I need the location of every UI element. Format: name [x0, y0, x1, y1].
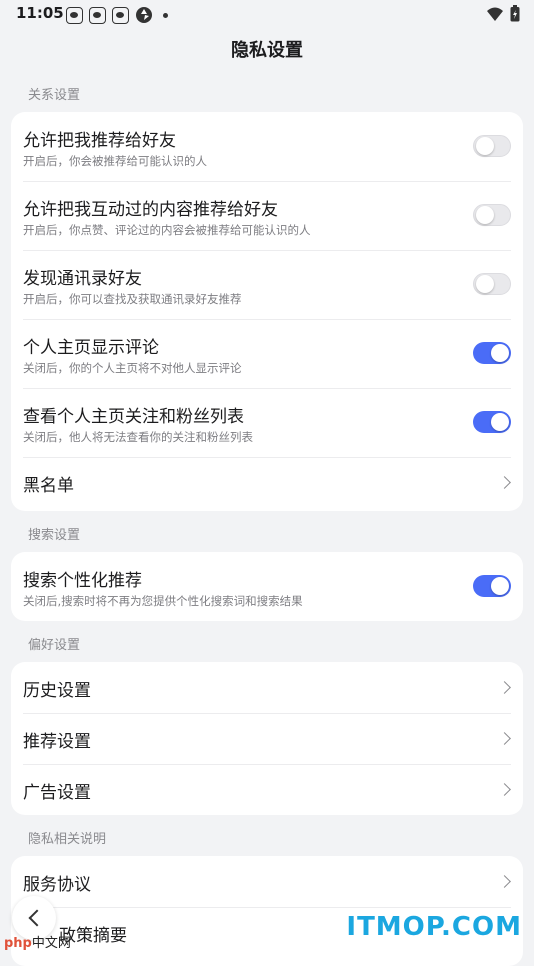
- setting-desc: 关闭后，你的个人主页将不对他人显示评论: [23, 361, 242, 375]
- recommend-settings-row[interactable]: 推荐设置: [11, 713, 523, 764]
- watermark-right: ITMOP.COM: [346, 912, 522, 942]
- setting-desc: 关闭后，他人将无法查看你的关注和粉丝列表: [23, 430, 253, 444]
- toggle-knob: [476, 206, 494, 224]
- chevron-right-icon: [498, 476, 511, 489]
- setting-row-recommend-interactions[interactable]: 允许把我互动过的内容推荐给好友 开启后，你点赞、评论过的内容会被推荐给可能认识的…: [11, 181, 523, 250]
- toggle-knob: [476, 137, 494, 155]
- setting-desc: 开启后，你可以查找及获取通讯录好友推荐: [23, 292, 242, 306]
- setting-title: 服务协议: [23, 875, 91, 895]
- chevron-left-icon: [28, 909, 46, 927]
- status-system-icons: [486, 5, 520, 22]
- wifi-icon: [487, 7, 503, 21]
- preferences-card: 历史设置 推荐设置 广告设置: [11, 662, 523, 815]
- setting-row-follow-lists[interactable]: 查看个人主页关注和粉丝列表 关闭后，他人将无法查看你的关注和粉丝列表: [11, 388, 523, 457]
- setting-desc: 关闭后,搜索时将不再为您提供个性化搜索词和搜索结果: [23, 594, 303, 608]
- watermark-left-brand: php: [4, 936, 32, 951]
- ad-settings-row[interactable]: 广告设置: [11, 764, 523, 815]
- setting-desc: 开启后，你点赞、评论过的内容会被推荐给可能认识的人: [23, 223, 311, 237]
- setting-title: 允许把我推荐给好友: [23, 131, 176, 151]
- setting-row-recommend-me[interactable]: 允许把我推荐给好友 开启后，你会被推荐给可能认识的人: [11, 112, 523, 181]
- section-label-search: 搜索设置: [28, 528, 81, 543]
- setting-title: 发现通讯录好友: [23, 269, 142, 289]
- toggle-knob: [476, 275, 494, 293]
- relations-card: 允许把我推荐给好友 开启后，你会被推荐给可能认识的人 允许把我互动过的内容推荐给…: [11, 112, 523, 511]
- setting-title: 个人主页显示评论: [23, 338, 159, 358]
- section-label-relations: 关系设置: [28, 88, 81, 103]
- chevron-right-icon: [498, 732, 511, 745]
- setting-row-search-personalization[interactable]: 搜索个性化推荐 关闭后,搜索时将不再为您提供个性化搜索词和搜索结果: [11, 552, 523, 621]
- watermark-left-text: 中文网: [31, 936, 71, 951]
- search-card: 搜索个性化推荐 关闭后,搜索时将不再为您提供个性化搜索词和搜索结果: [11, 552, 523, 621]
- setting-desc: 开启后，你会被推荐给可能认识的人: [23, 154, 207, 168]
- show-comments-toggle[interactable]: [473, 342, 511, 364]
- toggle-knob: [491, 577, 509, 595]
- chevron-right-icon: [498, 875, 511, 888]
- setting-row-contacts[interactable]: 发现通讯录好友 开启后，你可以查找及获取通讯录好友推荐: [11, 250, 523, 319]
- paw-icon: [66, 6, 83, 24]
- setting-row-show-comments[interactable]: 个人主页显示评论 关闭后，你的个人主页将不对他人显示评论: [11, 319, 523, 388]
- section-label-preferences: 偏好设置: [28, 638, 81, 653]
- setting-title: 历史设置: [23, 681, 91, 701]
- setting-title: 推荐设置: [23, 732, 91, 752]
- recommend-interactions-toggle[interactable]: [473, 204, 511, 226]
- dot-icon: [163, 12, 168, 18]
- contacts-toggle[interactable]: [473, 273, 511, 295]
- service-agreement-row[interactable]: 服务协议: [11, 856, 523, 907]
- setting-title: 黑名单: [23, 476, 74, 496]
- status-bar: 11:05: [0, 0, 534, 28]
- setting-title: 查看个人主页关注和粉丝列表: [23, 407, 244, 427]
- paw-icon: [112, 6, 129, 24]
- page-title: 隐私设置: [231, 40, 303, 61]
- status-time: 11:05: [16, 4, 64, 22]
- watermark-left: php中文网: [4, 932, 71, 951]
- status-notification-icons: [66, 6, 168, 24]
- battery-icon: [510, 5, 520, 22]
- setting-title: 允许把我互动过的内容推荐给好友: [23, 200, 278, 220]
- chevron-right-icon: [498, 783, 511, 796]
- toggle-knob: [491, 413, 509, 431]
- blacklist-row[interactable]: 黑名单: [11, 457, 523, 508]
- chevron-right-icon: [498, 681, 511, 694]
- paw-icon: [89, 6, 106, 24]
- toggle-knob: [491, 344, 509, 362]
- section-label-privacy-notes: 隐私相关说明: [28, 832, 107, 847]
- setting-title: 搜索个性化推荐: [23, 571, 142, 591]
- history-settings-row[interactable]: 历史设置: [11, 662, 523, 713]
- shutter-icon: [136, 7, 152, 23]
- setting-title: 广告设置: [23, 783, 91, 803]
- recommend-me-toggle[interactable]: [473, 135, 511, 157]
- search-personalization-toggle[interactable]: [473, 575, 511, 597]
- follow-lists-toggle[interactable]: [473, 411, 511, 433]
